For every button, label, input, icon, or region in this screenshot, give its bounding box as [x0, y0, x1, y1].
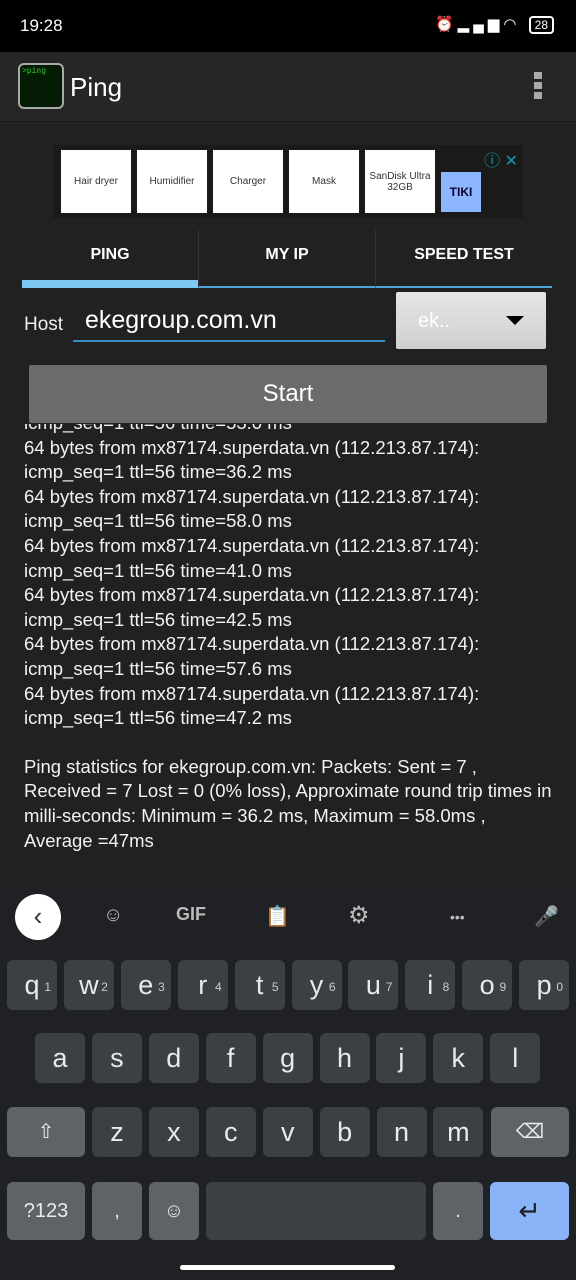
- tab-bar: PING MY IP SPEED TEST: [22, 230, 552, 288]
- key-f[interactable]: f: [205, 1033, 256, 1083]
- key-y[interactable]: y6: [291, 960, 342, 1010]
- tab-my-ip[interactable]: MY IP: [198, 230, 375, 288]
- output-line: icmp_seq=1 ttl=56 time=53.0 ms: [24, 424, 554, 436]
- ad-product-image[interactable]: Charger: [213, 150, 283, 213]
- key-d[interactable]: d: [148, 1033, 199, 1083]
- key-a[interactable]: a: [35, 1033, 85, 1083]
- host-input[interactable]: [73, 300, 385, 342]
- ad-banner[interactable]: ⓘ ✕ Hair dryer Humidifier Charger Mask SanDi…: [53, 145, 523, 218]
- clipboard-icon[interactable]: 📋: [265, 904, 290, 929]
- key-x[interactable]: x: [148, 1107, 199, 1157]
- output-line: icmp_seq=1 ttl=56 time=36.2 ms: [24, 461, 292, 483]
- comma-key[interactable]: ,: [92, 1182, 142, 1240]
- key-c[interactable]: c: [205, 1107, 256, 1157]
- host-label: Host: [24, 314, 64, 335]
- key-m[interactable]: m: [433, 1107, 484, 1157]
- tab-ping[interactable]: PING: [22, 230, 198, 288]
- key-r[interactable]: r4: [177, 960, 228, 1010]
- ad-product-image[interactable]: Humidifier: [137, 150, 207, 213]
- ping-statistics: Ping statistics for ekegroup.com.vn: Pac…: [24, 755, 552, 851]
- key-h[interactable]: h: [319, 1033, 370, 1083]
- output-line: 64 bytes from mx87174.superdata.vn (112.…: [24, 534, 480, 556]
- battery-icon: 28: [528, 16, 554, 34]
- ad-product-image[interactable]: Mask: [289, 150, 359, 213]
- ad-brand-logo[interactable]: TIKI: [441, 172, 481, 212]
- space-key[interactable]: [206, 1182, 426, 1240]
- key-l[interactable]: l: [490, 1033, 541, 1083]
- start-button[interactable]: Start: [29, 365, 547, 423]
- overflow-menu-icon[interactable]: [534, 72, 542, 102]
- output-line: icmp_seq=1 ttl=56 time=42.5 ms: [24, 608, 292, 630]
- key-v[interactable]: v: [262, 1107, 313, 1157]
- tab-speed-test[interactable]: SPEED TEST: [375, 230, 552, 288]
- signal-icon: ▂▄▆: [457, 16, 504, 33]
- key-z[interactable]: z: [92, 1107, 142, 1157]
- ad-close-icon[interactable]: ✕: [505, 153, 518, 170]
- emoji-key[interactable]: ☺: [149, 1182, 199, 1240]
- period-key[interactable]: .: [433, 1182, 483, 1240]
- sticker-icon[interactable]: ☺: [103, 904, 123, 927]
- enter-key[interactable]: ↵: [490, 1182, 569, 1240]
- output-line: icmp_seq=1 ttl=56 time=47.2 ms: [24, 707, 292, 729]
- key-p[interactable]: p0: [519, 960, 570, 1010]
- alarm-icon: ⏰: [434, 16, 458, 33]
- home-indicator[interactable]: [180, 1265, 395, 1270]
- output-line: 64 bytes from mx87174.superdata.vn (112.…: [24, 485, 480, 507]
- host-history-dropdown[interactable]: ek..: [396, 292, 546, 349]
- output-line: 64 bytes from mx87174.superdata.vn (112.…: [24, 633, 480, 655]
- key-i[interactable]: i8: [405, 960, 456, 1010]
- key-k[interactable]: k: [433, 1033, 484, 1083]
- key-t[interactable]: t5: [234, 960, 285, 1010]
- app-logo: >ping: [18, 63, 64, 109]
- wifi-icon: ◠: [503, 16, 521, 33]
- dropdown-value: ek..: [418, 310, 451, 332]
- back-icon[interactable]: ‹: [15, 894, 61, 940]
- output-line: icmp_seq=1 ttl=56 time=57.6 ms: [24, 657, 292, 679]
- keyboard-toolbar: ‹ ☺ GIF 📋 ⚙ ••• 🎤: [0, 884, 576, 950]
- backspace-key[interactable]: ⌫: [491, 1107, 569, 1157]
- status-icons: ⏰▂▄▆◠ 28: [435, 15, 554, 34]
- mic-icon[interactable]: 🎤: [534, 904, 559, 929]
- output-line: 64 bytes from mx87174.superdata.vn (112.…: [24, 584, 480, 606]
- gif-button[interactable]: GIF: [176, 904, 206, 925]
- output-line: 64 bytes from mx87174.superdata.vn (112.…: [24, 682, 480, 704]
- key-u[interactable]: u7: [348, 960, 399, 1010]
- output-line: 64 bytes from mx87174.superdata.vn (112.…: [24, 436, 480, 458]
- app-bar: >ping Ping: [0, 52, 576, 122]
- key-o[interactable]: o9: [462, 960, 513, 1010]
- settings-icon[interactable]: ⚙: [348, 901, 370, 930]
- key-g[interactable]: g: [262, 1033, 313, 1083]
- ad-product-image[interactable]: Hair dryer: [61, 150, 131, 213]
- key-j[interactable]: j: [376, 1033, 427, 1083]
- app-title: Ping: [70, 72, 123, 102]
- chevron-down-icon: [506, 316, 524, 325]
- clock: 19:28: [20, 16, 63, 35]
- key-s[interactable]: s: [91, 1033, 142, 1083]
- ping-output: icmp_seq=1 ttl=56 time=53.0 ms64 bytes f…: [24, 424, 554, 864]
- key-b[interactable]: b: [319, 1107, 370, 1157]
- status-bar: 19:28 ⏰▂▄▆◠ 28: [0, 0, 576, 52]
- key-n[interactable]: n: [376, 1107, 427, 1157]
- key-q[interactable]: q1: [7, 960, 57, 1010]
- key-w[interactable]: w2: [63, 960, 114, 1010]
- more-icon[interactable]: •••: [450, 909, 465, 925]
- output-line: icmp_seq=1 ttl=56 time=58.0 ms: [24, 510, 292, 532]
- key-e[interactable]: e3: [120, 960, 171, 1010]
- output-line: icmp_seq=1 ttl=56 time=41.0 ms: [24, 559, 292, 581]
- ad-product-image[interactable]: SanDisk Ultra 32GB: [365, 150, 435, 213]
- shift-key[interactable]: ⇧: [7, 1107, 85, 1157]
- keyboard: ‹ ☺ GIF 📋 ⚙ ••• 🎤 q1w2e3r4t5y6u7i8o9p0 as…: [0, 884, 576, 1280]
- ad-info-icon[interactable]: ⓘ: [484, 153, 500, 170]
- symbols-key[interactable]: ?123: [7, 1182, 85, 1240]
